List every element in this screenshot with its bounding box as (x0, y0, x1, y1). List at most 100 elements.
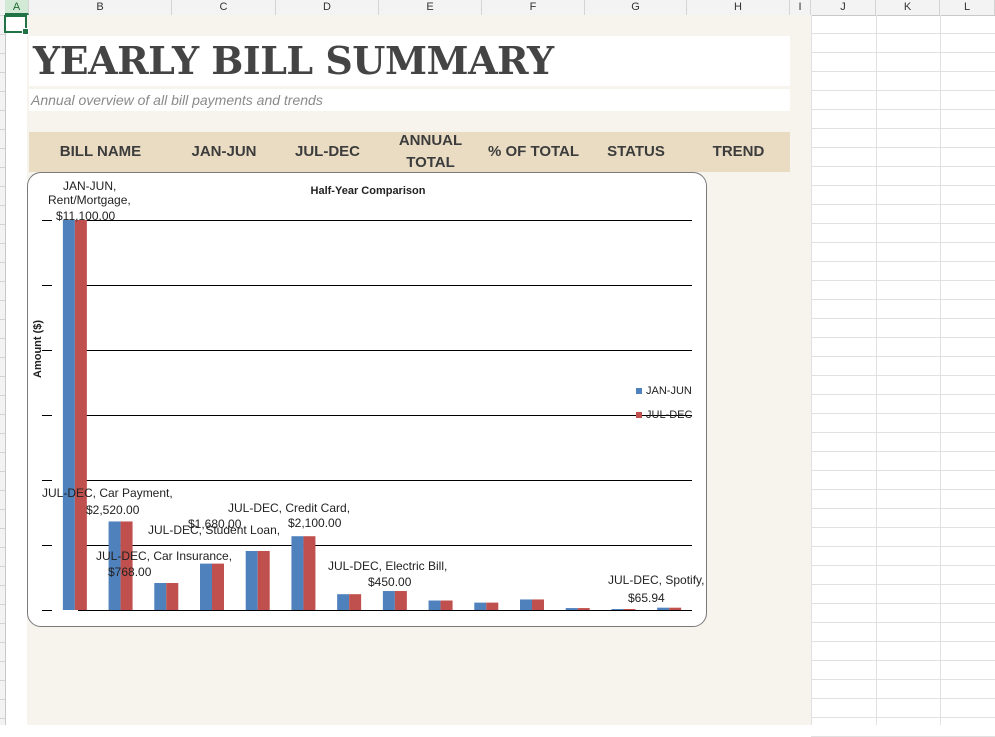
row-divider (0, 376, 5, 377)
bar-jul-dec[interactable] (394, 591, 407, 610)
row-divider (0, 319, 5, 320)
bar-jan-jun[interactable] (62, 220, 75, 610)
half-year-chart[interactable]: Half-Year Comparison Amount ($) JAN-JUN … (27, 172, 707, 627)
row-divider (0, 129, 5, 130)
row-divider (0, 262, 5, 263)
bar-jan-jun[interactable] (337, 594, 350, 610)
row-divider (0, 623, 5, 624)
row-divider (0, 357, 5, 358)
bar-jan-jun[interactable] (657, 607, 670, 610)
chart-data-label: $768.00 (108, 565, 152, 579)
gridline (811, 242, 995, 243)
row-divider (0, 167, 5, 168)
gridline (811, 622, 995, 623)
row-divider (0, 661, 5, 662)
gridline (811, 565, 995, 566)
legend-swatch (636, 388, 642, 394)
bar-jul-dec[interactable] (577, 608, 590, 610)
header-jul-dec[interactable]: JUL-DEC (276, 132, 379, 172)
gridline (811, 375, 995, 376)
bar-jul-dec[interactable] (440, 600, 453, 610)
column-header-b[interactable]: B (29, 0, 172, 15)
chart-legend[interactable]: JAN-JUN JUL-DEC (636, 379, 692, 427)
gridline (811, 147, 995, 148)
gridline (811, 546, 995, 547)
gridline (811, 15, 812, 725)
header-trend[interactable]: TREND (687, 132, 790, 172)
row-divider (0, 490, 5, 491)
legend-item-jan-jun: JAN-JUN (636, 379, 692, 403)
bar-jul-dec[interactable] (669, 607, 682, 610)
bar-jan-jun[interactable] (154, 583, 167, 610)
bar-jan-jun[interactable] (611, 609, 624, 610)
chart-data-label: Rent/Mortgage, (48, 193, 131, 207)
bar-jan-jun[interactable] (565, 608, 578, 610)
row-divider (0, 53, 5, 54)
column-header-k[interactable]: K (876, 0, 940, 15)
bar-jan-jun[interactable] (291, 536, 304, 610)
gridline (811, 470, 995, 471)
row-divider (0, 91, 5, 92)
chart-data-label: $450.00 (368, 575, 412, 589)
row-divider (0, 414, 5, 415)
gridline (811, 128, 995, 129)
bar-jan-jun[interactable] (200, 563, 212, 610)
row-divider (0, 699, 5, 700)
column-header-i[interactable]: I (790, 0, 811, 15)
bar-jan-jun[interactable] (474, 602, 487, 610)
bar-jul-dec[interactable] (166, 583, 179, 610)
row-divider (0, 338, 5, 339)
row-divider (0, 110, 5, 111)
header-annual-total[interactable]: ANNUAL TOTAL (379, 132, 482, 172)
gridline (811, 185, 995, 186)
column-header-e[interactable]: E (379, 0, 482, 15)
bar-jan-jun[interactable] (520, 599, 532, 610)
header-annual-total-label: ANNUAL TOTAL (398, 132, 463, 171)
row-divider (0, 718, 5, 719)
column-header-d[interactable]: D (276, 0, 379, 15)
header-bill-name[interactable]: BILL NAME (29, 132, 172, 172)
column-header-j[interactable]: J (811, 0, 876, 15)
chart-data-label: $2,520.00 (86, 503, 140, 517)
row-divider (0, 186, 5, 187)
bar-jul-dec[interactable] (74, 220, 87, 610)
selected-cell-a1[interactable] (4, 15, 29, 35)
bar-jul-dec[interactable] (532, 599, 544, 610)
bar-jul-dec[interactable] (349, 594, 362, 610)
header-status[interactable]: STATUS (585, 132, 687, 172)
bar-jul-dec[interactable] (212, 563, 224, 610)
column-header-f[interactable]: F (482, 0, 585, 15)
chart-data-label: $11,100.00 (56, 209, 116, 223)
page-title: YEARLY BILL SUMMARY (33, 38, 554, 83)
row-divider (0, 34, 5, 35)
gridline (811, 394, 995, 395)
column-header-h[interactable]: H (687, 0, 790, 15)
gridline (811, 660, 995, 661)
gridline (811, 261, 995, 262)
column-header-g[interactable]: G (585, 0, 687, 15)
chart-data-label: JUL-DEC, Credit Card, (228, 501, 351, 515)
bar-jan-jun[interactable] (428, 600, 441, 610)
bar-jul-dec[interactable] (303, 536, 316, 610)
column-header-a[interactable]: A (5, 0, 29, 15)
bar-jul-dec[interactable] (486, 602, 499, 610)
row-divider (0, 566, 5, 567)
gridline (811, 223, 995, 224)
gridline (811, 90, 995, 91)
bar-jul-dec[interactable] (257, 550, 270, 610)
bar-jul-dec[interactable] (623, 609, 636, 610)
bar-jan-jun[interactable] (245, 550, 258, 610)
gridline (811, 413, 995, 414)
row-divider (0, 585, 5, 586)
row-divider (0, 281, 5, 282)
chart-y-axis-label: Amount ($) (32, 319, 44, 378)
header-jan-jun[interactable]: JAN-JUN (172, 132, 276, 172)
bar-jan-jun[interactable] (382, 591, 395, 610)
legend-item-jul-dec: JUL-DEC (636, 403, 692, 427)
gridline (811, 280, 995, 281)
column-header-c[interactable]: C (172, 0, 276, 15)
gridline (811, 33, 995, 34)
header-pct-total[interactable]: % OF TOTAL (482, 132, 585, 172)
gridline (940, 15, 941, 725)
column-header-l[interactable]: L (940, 0, 995, 15)
